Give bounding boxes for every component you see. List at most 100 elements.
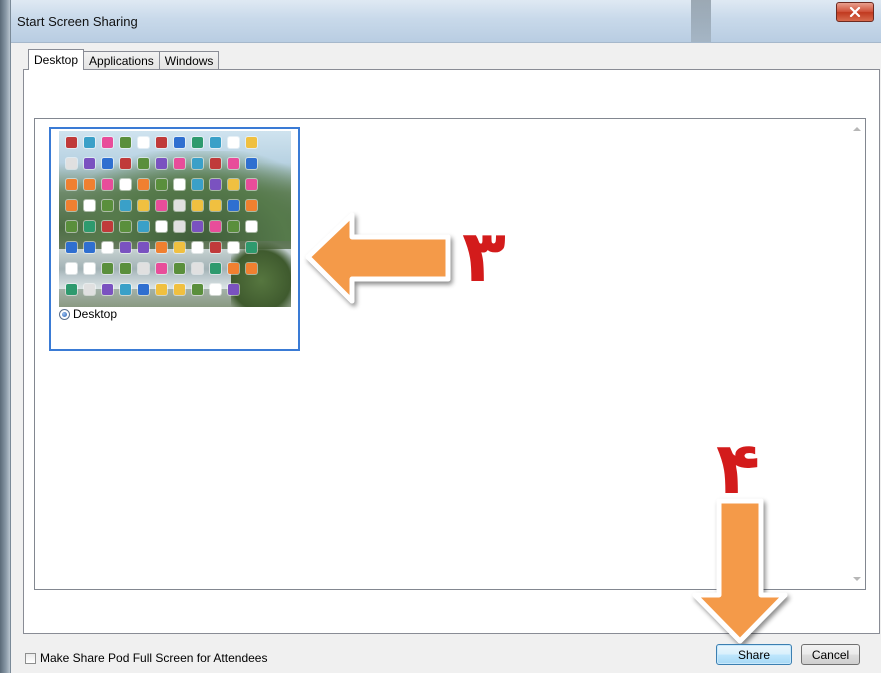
desktop-shortcut-icon	[174, 221, 185, 232]
desktop-shortcut-icon	[102, 284, 113, 295]
desktop-shortcut-icon	[138, 242, 149, 253]
desktop-shortcut-icon	[102, 158, 113, 169]
desktop-shortcut-icon	[120, 137, 131, 148]
desktop-option-label: Desktop	[73, 307, 118, 321]
desktop-shortcut-icon	[174, 137, 185, 148]
desktop-shortcut-icon	[156, 221, 167, 232]
cancel-button[interactable]: Cancel	[801, 644, 860, 665]
desktop-shortcut-icon	[66, 263, 77, 274]
desktop-shortcut-icon	[174, 158, 185, 169]
desktop-shortcut-icon	[228, 200, 239, 211]
desktop-shortcut-icon	[84, 158, 95, 169]
desktop-shortcut-icon	[138, 263, 149, 274]
desktop-shortcut-icon	[192, 179, 203, 190]
title-bar[interactable]: Start Screen Sharing	[11, 0, 881, 43]
desktop-shortcut-icon	[246, 179, 257, 190]
desktop-shortcut-icon	[210, 242, 221, 253]
background-window-edge	[0, 0, 10, 673]
close-button[interactable]	[836, 2, 874, 22]
share-button[interactable]: Share	[716, 644, 792, 665]
desktop-shortcut-icon	[84, 263, 95, 274]
desktop-shortcut-icon	[174, 263, 185, 274]
desktop-shortcut-icon	[210, 158, 221, 169]
desktop-shortcut-icon	[246, 158, 257, 169]
desktop-shortcut-icon	[210, 200, 221, 211]
desktop-shortcut-icon	[174, 284, 185, 295]
desktop-shortcut-icon	[138, 158, 149, 169]
desktop-shortcut-icon	[228, 263, 239, 274]
desktop-shortcut-icon	[120, 200, 131, 211]
desktop-shortcut-icon	[156, 137, 167, 148]
down-arrow-annotation-icon	[692, 498, 788, 644]
desktop-shortcut-icon	[138, 200, 149, 211]
desktop-shortcut-icon	[84, 179, 95, 190]
desktop-preview-image	[59, 131, 291, 307]
desktop-shortcut-icon	[228, 221, 239, 232]
desktop-shortcut-icon	[210, 179, 221, 190]
desktop-shortcut-icon	[192, 158, 203, 169]
scroll-up-arrow-icon[interactable]	[853, 127, 861, 131]
tab-windows[interactable]: Windows	[158, 51, 220, 70]
desktop-shortcut-icon	[174, 242, 185, 253]
desktop-shortcut-icon	[66, 179, 77, 190]
desktop-shortcut-icon	[66, 137, 77, 148]
desktop-shortcut-icon	[174, 179, 185, 190]
fullscreen-checkbox[interactable]	[25, 652, 36, 664]
desktop-shortcut-icon	[156, 263, 167, 274]
desktop-shortcut-icon	[228, 158, 239, 169]
desktop-shortcut-icon	[102, 137, 113, 148]
desktop-shortcut-icon	[138, 284, 149, 295]
desktop-shortcut-icon	[246, 221, 257, 232]
desktop-shortcut-icon	[192, 137, 203, 148]
desktop-shortcut-icon	[246, 263, 257, 274]
desktop-shortcut-icon	[84, 221, 95, 232]
step-number-3: ٣	[462, 214, 506, 298]
desktop-shortcut-icon	[84, 242, 95, 253]
desktop-shortcut-icon	[156, 242, 167, 253]
desktop-shortcut-icon	[210, 221, 221, 232]
desktop-shortcut-icon	[102, 221, 113, 232]
desktop-shortcut-icon	[228, 179, 239, 190]
close-icon	[849, 7, 861, 17]
desktop-shortcut-icon	[120, 158, 131, 169]
desktop-shortcut-icon	[138, 221, 149, 232]
desktop-shortcut-icon	[210, 137, 221, 148]
desktop-shortcut-icon	[192, 263, 203, 274]
desktop-shortcut-icon	[102, 179, 113, 190]
desktop-shortcut-icon	[156, 284, 167, 295]
vertical-scrollbar[interactable]	[848, 119, 865, 589]
fullscreen-checkbox-label: Make Share Pod Full Screen for Attendees	[40, 651, 268, 665]
desktop-radio-button[interactable]	[59, 308, 70, 320]
desktop-shortcut-icon	[102, 242, 113, 253]
desktop-shortcut-icon	[84, 284, 95, 295]
tab-desktop[interactable]: Desktop	[28, 49, 85, 70]
desktop-shortcut-icon	[192, 200, 203, 211]
desktop-shortcut-icon	[138, 179, 149, 190]
desktop-shortcut-icon	[138, 137, 149, 148]
fullscreen-option[interactable]: Make Share Pod Full Screen for Attendees	[25, 651, 267, 665]
desktop-thumbnail-item[interactable]: Desktop	[49, 127, 300, 351]
desktop-shortcut-icon	[66, 158, 77, 169]
desktop-shortcut-icon	[210, 284, 221, 295]
desktop-shortcut-icon	[228, 284, 239, 295]
desktop-shortcut-icon	[102, 263, 113, 274]
title-bar-shade	[691, 0, 711, 42]
desktop-shortcut-icon	[102, 200, 113, 211]
desktop-shortcut-icon	[120, 179, 131, 190]
desktop-option[interactable]: Desktop	[59, 307, 117, 321]
desktop-shortcut-icon	[66, 200, 77, 211]
desktop-shortcut-icon	[174, 200, 185, 211]
desktop-shortcut-icon	[246, 242, 257, 253]
screen: Start Screen Sharing Desktop Application…	[0, 0, 881, 673]
left-arrow-annotation-icon	[305, 212, 451, 304]
desktop-shortcut-icon	[120, 221, 131, 232]
desktop-shortcut-icon	[156, 158, 167, 169]
scroll-down-arrow-icon[interactable]	[853, 577, 861, 581]
desktop-shortcut-icon	[66, 221, 77, 232]
step-number-4: ۴	[716, 426, 760, 510]
desktop-shortcut-icon	[120, 263, 131, 274]
desktop-shortcut-icon	[120, 284, 131, 295]
desktop-shortcut-icon	[66, 242, 77, 253]
desktop-shortcut-icon	[192, 284, 203, 295]
tab-applications[interactable]: Applications	[83, 51, 160, 70]
